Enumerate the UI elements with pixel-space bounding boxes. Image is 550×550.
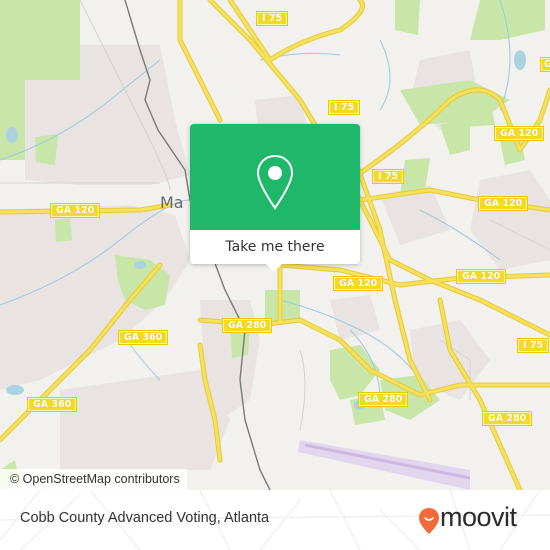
map-pin-icon [256,154,294,210]
road-shield-ga120: GA 120 [333,276,384,291]
popup-pointer [266,264,282,272]
location-popup: Take me there [190,124,360,272]
place-name: Cobb County Advanced Voting, Atlanta [20,510,270,526]
road-shield-ga120: GA 120 [456,269,507,284]
road-shield-ga280: GA 280 [482,411,533,426]
take-me-there-button[interactable]: Take me there [190,230,360,264]
road-shield-ga360: GA 360 [27,397,78,412]
city-label-marietta: Ma [160,193,184,212]
road-shield-i75: I 75 [517,338,550,353]
road-shield-i75: I 75 [372,169,405,184]
road-shield-ga120: GA 120 [50,203,101,218]
road-shield-ga280: GA 280 [358,392,409,407]
moovit-pin-smile-icon [419,508,439,534]
road-shield-i75: I 75 [256,11,289,26]
road-shield-ga280: GA 280 [222,318,273,333]
road-shield-ga360: GA 360 [118,330,169,345]
road-shield-ga120: GA 120 [478,196,529,211]
moovit-wordmark: moovit [440,502,517,532]
footer-bar: Cobb County Advanced Voting, Atlanta moo… [0,490,550,550]
runway-strip [304,443,471,480]
road-shield-partial: G [540,57,550,72]
road-shield-i75: I 75 [328,100,361,115]
popup-header [190,124,360,230]
map-attribution[interactable]: © OpenStreetMap contributors [0,469,187,490]
map-view[interactable]: Ma I 75 I 75 I 75 I 75 GA 120 GA 120 GA … [0,0,550,490]
road-shield-ga120: GA 120 [494,126,545,141]
